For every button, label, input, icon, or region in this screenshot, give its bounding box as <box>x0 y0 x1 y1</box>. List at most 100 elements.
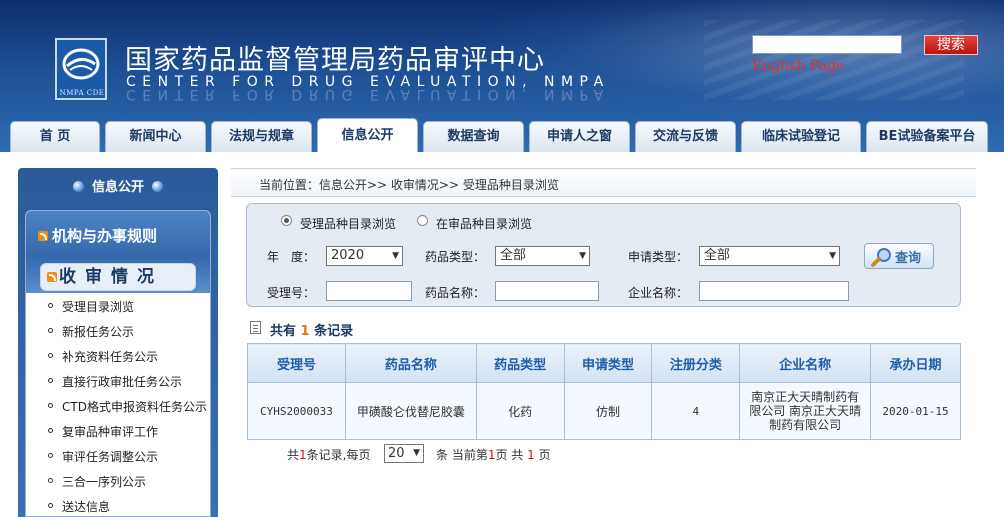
nav-tab-news[interactable]: 新闻中心 <box>105 121 206 152</box>
drug-type-value: 全部 <box>500 248 527 263</box>
cell-apply-type: 仿制 <box>563 382 653 440</box>
year-select[interactable]: 2020 ▼ <box>326 246 403 266</box>
col-header-accept-no[interactable]: 受理号 <box>247 343 346 383</box>
rss-icon <box>47 272 57 282</box>
cell-accept-no[interactable]: CYHS2000033 <box>247 382 346 440</box>
radio-in-review-catalog[interactable] <box>417 215 428 226</box>
sidebar-item-label: 送达信息 <box>62 500 111 514</box>
drug-type-select[interactable]: 全部 ▼ <box>495 246 590 266</box>
cell-company: 南京正大天晴制药有限公司 南京正大天晴制药有限公司 <box>739 382 872 440</box>
radio-accept-catalog[interactable] <box>281 215 292 226</box>
sidebar-item-re-review[interactable]: 复审品种审评工作 <box>48 423 159 440</box>
pager-status: 条 当前第1页 共 1 页 <box>436 446 551 463</box>
page-size-select[interactable]: 20 ▼ <box>384 444 424 463</box>
cell-drug-name[interactable]: 甲磺酸仑伐替尼胶囊 <box>344 382 477 440</box>
magnifier-icon <box>871 248 891 267</box>
sidebar-header: 信息公开 <box>18 168 218 204</box>
sidebar-item-label: 受理目录浏览 <box>62 300 135 314</box>
sidebar-item-direct-approval[interactable]: 直接行政审批任务公示 <box>48 373 183 390</box>
bullet-icon <box>48 453 53 458</box>
breadcrumb-bar: 当前位置：信息公开>> 收审情况>> 受理品种目录浏览 <box>231 168 976 197</box>
site-search-input[interactable] <box>752 35 902 54</box>
sidebar-item-delivery-info[interactable]: 送达信息 <box>48 498 111 515</box>
col-header-drug-type[interactable]: 药品类型 <box>475 343 565 383</box>
query-button[interactable]: 查询 <box>864 243 934 269</box>
company-input[interactable] <box>699 281 849 301</box>
pager-text: 共 <box>287 448 300 462</box>
sidebar-item-label: 复审品种审评工作 <box>62 425 159 439</box>
nav-tab-info-disclosure[interactable]: 信息公开 <box>317 118 418 152</box>
apply-type-select[interactable]: 全部 ▼ <box>699 246 840 266</box>
sidebar-item-label: 新报任务公示 <box>62 325 135 339</box>
sidebar-section-label: 收审情况 <box>59 267 163 287</box>
apply-type-label: 申请类型： <box>628 250 689 264</box>
company-label: 企业名称： <box>628 286 689 300</box>
dropdown-arrow-icon: ▼ <box>392 251 399 261</box>
table-row[interactable]: CYHS2000033 甲磺酸仑伐替尼胶囊 化药 仿制 4 南京正大天晴制药有限… <box>247 382 961 440</box>
sidebar-section-review-status[interactable]: 收审情况 <box>40 263 196 291</box>
col-header-company[interactable]: 企业名称 <box>739 343 872 383</box>
col-header-apply-type[interactable]: 申请类型 <box>563 343 653 383</box>
dropdown-arrow-icon: ▼ <box>579 251 586 261</box>
sidebar-item-label: CTD格式申报资料任务公示 <box>62 400 207 414</box>
bullet-icon <box>48 428 53 433</box>
sidebar-item-three-in-one[interactable]: 三合一序列公示 <box>48 473 147 490</box>
sidebar-group-label: 机构与办事规则 <box>52 227 158 245</box>
drug-name-input[interactable] <box>495 281 599 301</box>
site-header: NMPA CDE 国家药品监督管理局药品审评中心 CENTER FOR DRUG… <box>0 0 1004 152</box>
nav-tab-applicant[interactable]: 申请人之窗 <box>529 121 630 152</box>
records-suffix: 条记录 <box>314 324 354 339</box>
cell-drug-type: 化药 <box>475 382 565 440</box>
sidebar-item-accept-catalog[interactable]: 受理目录浏览 <box>48 298 135 315</box>
sidebar-header-label: 信息公开 <box>91 180 144 195</box>
nav-tab-regulations[interactable]: 法规与规章 <box>211 121 312 152</box>
col-header-date[interactable]: 承办日期 <box>870 343 961 383</box>
nav-tab-home[interactable]: 首 页 <box>10 121 100 152</box>
main-nav: 首 页 新闻中心 法规与规章 信息公开 数据查询 申请人之窗 交流与反馈 临床试… <box>0 118 1004 152</box>
sidebar-item-label: 直接行政审批任务公示 <box>62 375 183 389</box>
rss-icon <box>38 231 48 241</box>
nav-tab-feedback[interactable]: 交流与反馈 <box>635 121 736 152</box>
nav-tab-data-query[interactable]: 数据查询 <box>423 121 524 152</box>
site-search-button[interactable]: 搜索 <box>924 35 978 55</box>
english-page-link[interactable]: English Page <box>752 58 844 74</box>
logo-caption: NMPA CDE <box>59 89 105 97</box>
dropdown-arrow-icon: ▼ <box>413 448 420 458</box>
records-count: 共有 1 条记录 <box>270 320 353 339</box>
pager-text: 条 当前第 <box>436 448 488 462</box>
pager-text: 页 共 <box>495 448 524 462</box>
bullet-icon <box>48 378 53 383</box>
apply-type-value: 全部 <box>704 248 731 263</box>
sidebar-item-supplement-tasks[interactable]: 补充资料任务公示 <box>48 348 159 365</box>
pager-pages: 1 <box>527 448 535 462</box>
records-count-value: 1 <box>300 324 310 339</box>
sidebar-item-label: 补充资料任务公示 <box>62 350 159 364</box>
cell-date: 2020-01-15 <box>870 382 961 440</box>
year-label: 年 度： <box>267 250 316 264</box>
drug-type-label: 药品类型： <box>425 250 486 264</box>
sidebar-item-task-adjust[interactable]: 审评任务调整公示 <box>48 448 158 465</box>
sidebar-item-new-tasks[interactable]: 新报任务公示 <box>48 323 135 340</box>
logo-emblem-icon <box>62 48 100 80</box>
site-subtitle-reflection: CENTER FOR DRUG EVALUATION, NMPA <box>126 86 610 102</box>
page-size-value: 20 <box>388 446 405 461</box>
results-table: 受理号 药品名称 药品类型 申请类型 注册分类 企业名称 承办日期 CYHS20… <box>247 343 961 440</box>
bullet-icon <box>48 303 53 308</box>
col-header-drug-name[interactable]: 药品名称 <box>344 343 477 383</box>
sidebar-group-rules[interactable]: 机构与办事规则 <box>38 225 157 246</box>
pager-text: 页 <box>538 448 551 462</box>
pager-text: 条记录,每页 <box>306 448 371 462</box>
nav-tab-clinical-trial[interactable]: 临床试验登记 <box>741 121 861 152</box>
nav-tab-be-platform[interactable]: BE试验备案平台 <box>866 121 988 152</box>
cell-reg-class: 4 <box>651 382 741 440</box>
site-title: 国家药品监督管理局药品审评中心 <box>125 45 545 76</box>
bullet-orb-icon <box>72 181 84 192</box>
col-header-reg-class[interactable]: 注册分类 <box>651 343 741 383</box>
bullet-icon <box>48 478 53 483</box>
accept-no-input[interactable] <box>326 281 412 301</box>
radio-accept-catalog-label: 受理品种目录浏览 <box>300 217 397 231</box>
records-prefix: 共有 <box>270 324 297 339</box>
year-value: 2020 <box>331 248 365 263</box>
sidebar-item-label: 三合一序列公示 <box>62 475 147 489</box>
sidebar-item-ctd-tasks[interactable]: CTD格式申报资料任务公示 <box>48 398 207 415</box>
